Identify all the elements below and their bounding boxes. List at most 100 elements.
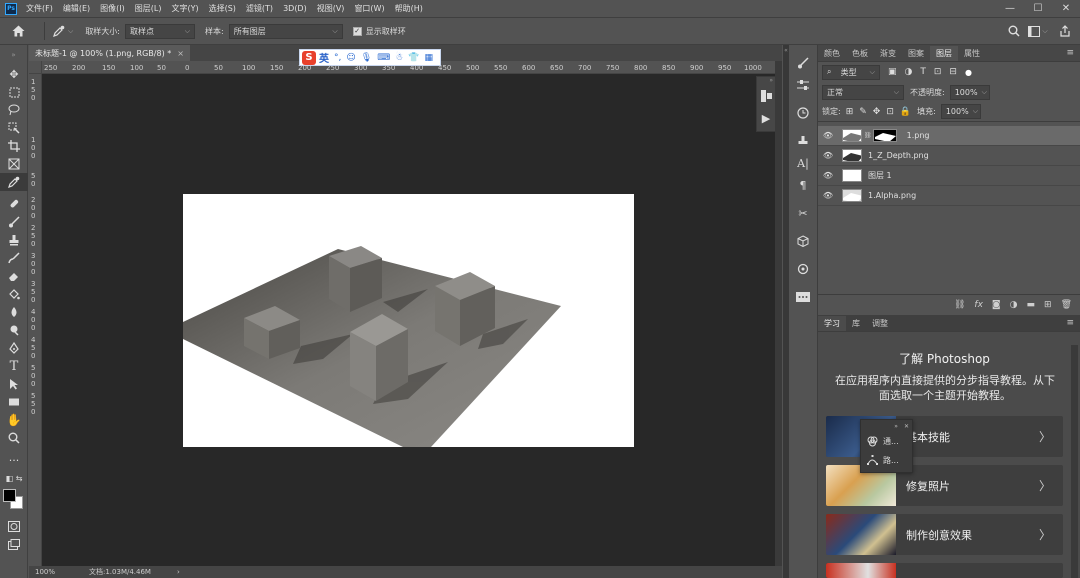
filter-toggle-icon[interactable]: ● xyxy=(965,68,972,77)
keyboard-icon[interactable]: ⌨ xyxy=(377,53,390,63)
opacity-field[interactable]: 100% ⌵ xyxy=(949,84,990,100)
pen-tool-icon[interactable] xyxy=(0,339,28,357)
blend-mode-dropdown[interactable]: 正常 ⌵ xyxy=(822,84,904,100)
layer-row[interactable]: 👁 ⛓ 1.png xyxy=(818,126,1080,146)
more-tools-icon[interactable]: ··· xyxy=(0,451,28,469)
menu-filter[interactable]: 滤镜(T) xyxy=(246,3,273,14)
visibility-eye-icon[interactable]: 👁 xyxy=(818,131,838,140)
play-icon[interactable]: ▶ xyxy=(757,107,775,129)
skin-icon[interactable]: ☃ xyxy=(395,53,403,63)
menu-file[interactable]: 文件(F) xyxy=(26,3,53,14)
layer-row[interactable]: 👁 1.Alpha.png xyxy=(818,186,1080,206)
tab-color[interactable]: 颜色 xyxy=(818,46,846,61)
lock-pixels-icon[interactable]: ✎ xyxy=(859,107,867,117)
emoji-icon[interactable]: ☺ xyxy=(346,53,355,63)
show-ring-checkbox[interactable]: ✓ xyxy=(352,26,362,36)
search-icon[interactable] xyxy=(1002,25,1026,37)
add-mask-icon[interactable]: ◙ xyxy=(992,300,1001,310)
close-window-button[interactable]: ✕ xyxy=(1052,0,1080,17)
tools-presets-icon[interactable]: ✂ xyxy=(789,202,817,224)
home-icon[interactable] xyxy=(0,18,36,44)
menu-type[interactable]: 文字(Y) xyxy=(171,3,198,14)
tab-adjustments[interactable]: 调整 xyxy=(866,316,894,331)
panel-menu-icon[interactable]: ≡ xyxy=(1066,48,1074,58)
layer-row[interactable]: 👁 1_Z_Depth.png xyxy=(818,146,1080,166)
link-layers-icon[interactable]: ⛓ xyxy=(954,300,965,310)
menu-window[interactable]: 窗口(W) xyxy=(354,3,384,14)
healing-brush-tool-icon[interactable] xyxy=(0,195,28,213)
menu-select[interactable]: 选择(S) xyxy=(209,3,236,14)
vertical-scrollbar[interactable] xyxy=(775,61,782,566)
quick-mask-icon[interactable] xyxy=(0,517,28,535)
sample-size-dropdown[interactable]: 取样点 ⌵ xyxy=(125,23,196,39)
panel-menu-icon[interactable]: ≡ xyxy=(1066,318,1074,328)
eyedropper-tool-icon[interactable] xyxy=(0,173,28,191)
trash-icon[interactable]: 🗑 xyxy=(1061,300,1072,310)
layer-row[interactable]: 👁 图层 1 xyxy=(818,166,1080,186)
lock-all-icon[interactable]: 🔒 xyxy=(900,107,911,117)
tab-libraries[interactable]: 库 xyxy=(846,316,866,331)
lock-position-icon[interactable]: ✥ xyxy=(873,107,881,117)
brush-tool-icon[interactable] xyxy=(0,213,28,231)
paragraph-icon[interactable]: ¶ xyxy=(789,174,817,196)
eyedropper-preset-icon[interactable]: ⌵ xyxy=(53,25,73,37)
menu-image[interactable]: 图像(I) xyxy=(100,3,125,14)
marquee-tool-icon[interactable] xyxy=(0,83,28,101)
layer-filter-dropdown[interactable]: ⌕ 类型 ⌵ xyxy=(822,64,880,80)
tab-learn[interactable]: 学习 xyxy=(818,316,846,331)
ime-toolbar[interactable]: S 英 °, ☺ 🎙 ⌨ ☃ 👕 ▦ xyxy=(299,49,441,66)
move-tool-icon[interactable]: ✥ xyxy=(0,65,28,83)
ime-logo[interactable]: S xyxy=(302,50,316,65)
close-tab-icon[interactable]: × xyxy=(177,49,184,58)
menu-layer[interactable]: 图层(L) xyxy=(135,3,162,14)
tab-layers[interactable]: 图层 xyxy=(930,46,958,61)
learn-card-creative-effects[interactable]: 制作创意效果 〉 xyxy=(826,514,1063,555)
zoom-tool-icon[interactable] xyxy=(0,429,28,447)
fill-field[interactable]: 100% ⌵ xyxy=(940,104,981,119)
eraser-tool-icon[interactable] xyxy=(0,267,28,285)
zoom-level[interactable]: 100% xyxy=(29,568,63,576)
type-filter-icon[interactable]: T xyxy=(920,67,926,77)
history-brush-tool-icon[interactable] xyxy=(0,249,28,267)
link-icon[interactable]: ⛓ xyxy=(864,132,872,139)
layer-mask-thumbnail[interactable] xyxy=(872,129,897,142)
new-layer-icon[interactable]: ⊞ xyxy=(1044,300,1052,310)
minimize-button[interactable]: — xyxy=(996,0,1024,17)
visibility-eye-icon[interactable]: 👁 xyxy=(818,191,838,200)
adjustment-layer-icon[interactable]: ◑ xyxy=(1010,300,1018,310)
clone-source-icon[interactable] xyxy=(789,130,817,152)
close-icon[interactable]: ✕ xyxy=(904,423,909,430)
menu-3d[interactable]: 3D(D) xyxy=(283,4,307,13)
document-image[interactable] xyxy=(183,194,634,447)
vertical-ruler[interactable]: 1 5 0 1 0 0 5 0 2 0 0 2 5 0 3 0 0 3 5 0 … xyxy=(29,74,42,566)
dodge-tool-icon[interactable] xyxy=(0,321,28,339)
pixel-filter-icon[interactable]: ▣ xyxy=(888,67,897,77)
paint-bucket-tool-icon[interactable] xyxy=(0,285,28,303)
lock-artboard-icon[interactable]: ⊡ xyxy=(886,107,894,117)
visibility-eye-icon[interactable]: 👁 xyxy=(818,151,838,160)
share-icon[interactable] xyxy=(1050,25,1080,37)
menu-help[interactable]: 帮助(H) xyxy=(395,3,423,14)
tab-properties[interactable]: 属性 xyxy=(958,46,986,61)
adjustment-filter-icon[interactable]: ◑ xyxy=(905,67,913,77)
shape-filter-icon[interactable]: ⊡ xyxy=(934,67,942,77)
blur-tool-icon[interactable] xyxy=(0,303,28,321)
tab-patterns[interactable]: 图案 xyxy=(902,46,930,61)
rectangle-tool-icon[interactable] xyxy=(0,393,28,411)
quick-select-tool-icon[interactable] xyxy=(0,119,28,137)
adjustments-sliders-icon[interactable] xyxy=(789,74,817,96)
swap-colors-icon[interactable]: ◧ ⇆ xyxy=(0,469,28,487)
paths-item[interactable]: 路... xyxy=(861,451,912,470)
clone-stamp-tool-icon[interactable] xyxy=(0,231,28,249)
document-tab[interactable]: 未标题-1 @ 100% (1.png, RGB/8) * × xyxy=(29,45,190,61)
channels-item[interactable]: 通... xyxy=(861,432,912,451)
menu-view[interactable]: 视图(V) xyxy=(317,3,345,14)
maximize-button[interactable]: ☐ xyxy=(1024,0,1052,17)
screen-mode-icon[interactable] xyxy=(0,535,28,553)
sample-dropdown[interactable]: 所有图层 ⌵ xyxy=(228,23,343,39)
type-tool-icon[interactable]: T xyxy=(0,357,28,375)
crop-tool-icon[interactable] xyxy=(0,137,28,155)
path-selection-tool-icon[interactable] xyxy=(0,375,28,393)
tab-swatches[interactable]: 色板 xyxy=(846,46,874,61)
collapse-arrows-icon[interactable]: » xyxy=(757,77,775,85)
